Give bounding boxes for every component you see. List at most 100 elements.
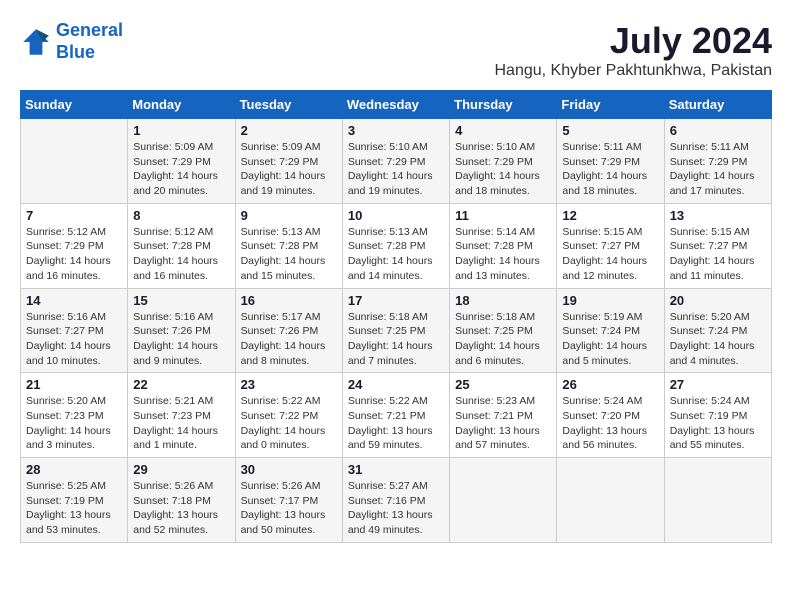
calendar-cell: 19 Sunrise: 5:19 AM Sunset: 7:24 PM Dayli…: [557, 288, 664, 373]
day-number: 8: [133, 208, 229, 223]
calendar-cell: 7 Sunrise: 5:12 AM Sunset: 7:29 PM Daylig…: [21, 203, 128, 288]
calendar-cell: 8 Sunrise: 5:12 AM Sunset: 7:28 PM Daylig…: [128, 203, 235, 288]
day-info: Sunrise: 5:09 AM Sunset: 7:29 PM Dayligh…: [241, 140, 337, 199]
day-number: 21: [26, 377, 122, 392]
day-info: Sunrise: 5:22 AM Sunset: 7:22 PM Dayligh…: [241, 394, 337, 453]
calendar-cell: 5 Sunrise: 5:11 AM Sunset: 7:29 PM Daylig…: [557, 119, 664, 204]
calendar-cell: [664, 458, 771, 543]
day-number: 1: [133, 123, 229, 138]
day-info: Sunrise: 5:15 AM Sunset: 7:27 PM Dayligh…: [562, 225, 658, 284]
day-number: 24: [348, 377, 444, 392]
calendar-cell: 23 Sunrise: 5:22 AM Sunset: 7:22 PM Dayli…: [235, 373, 342, 458]
day-number: 26: [562, 377, 658, 392]
day-number: 30: [241, 462, 337, 477]
day-number: 11: [455, 208, 551, 223]
day-number: 14: [26, 293, 122, 308]
calendar-cell: 25 Sunrise: 5:23 AM Sunset: 7:21 PM Dayli…: [450, 373, 557, 458]
day-number: 4: [455, 123, 551, 138]
weekday-header-thursday: Thursday: [450, 91, 557, 119]
calendar-cell: 9 Sunrise: 5:13 AM Sunset: 7:28 PM Daylig…: [235, 203, 342, 288]
calendar-cell: [21, 119, 128, 204]
week-row-1: 1 Sunrise: 5:09 AM Sunset: 7:29 PM Daylig…: [21, 119, 772, 204]
day-info: Sunrise: 5:12 AM Sunset: 7:28 PM Dayligh…: [133, 225, 229, 284]
calendar-table: SundayMondayTuesdayWednesdayThursdayFrid…: [20, 90, 772, 543]
day-info: Sunrise: 5:19 AM Sunset: 7:24 PM Dayligh…: [562, 310, 658, 369]
day-number: 15: [133, 293, 229, 308]
day-number: 20: [670, 293, 766, 308]
calendar-cell: 28 Sunrise: 5:25 AM Sunset: 7:19 PM Dayli…: [21, 458, 128, 543]
calendar-cell: 29 Sunrise: 5:26 AM Sunset: 7:18 PM Dayli…: [128, 458, 235, 543]
calendar-cell: 12Sunrise: 5:15 AM Sunset: 7:27 PM Dayli…: [557, 203, 664, 288]
day-number: 6: [670, 123, 766, 138]
day-number: 19: [562, 293, 658, 308]
day-info: Sunrise: 5:26 AM Sunset: 7:17 PM Dayligh…: [241, 479, 337, 538]
day-info: Sunrise: 5:11 AM Sunset: 7:29 PM Dayligh…: [562, 140, 658, 199]
header: General Blue July 2024 Hangu, Khyber Pak…: [20, 20, 772, 80]
calendar-cell: 6 Sunrise: 5:11 AM Sunset: 7:29 PM Daylig…: [664, 119, 771, 204]
calendar-cell: 2Sunrise: 5:09 AM Sunset: 7:29 PM Daylig…: [235, 119, 342, 204]
calendar-cell: [557, 458, 664, 543]
day-number: 22: [133, 377, 229, 392]
logo-line2: Blue: [56, 42, 95, 62]
weekday-header-sunday: Sunday: [21, 91, 128, 119]
calendar-cell: 17 Sunrise: 5:18 AM Sunset: 7:25 PM Dayli…: [342, 288, 449, 373]
calendar-cell: 22 Sunrise: 5:21 AM Sunset: 7:23 PM Dayli…: [128, 373, 235, 458]
day-number: 31: [348, 462, 444, 477]
day-number: 10: [348, 208, 444, 223]
day-info: Sunrise: 5:24 AM Sunset: 7:19 PM Dayligh…: [670, 394, 766, 453]
calendar-cell: 14 Sunrise: 5:16 AM Sunset: 7:27 PM Dayli…: [21, 288, 128, 373]
weekday-header-monday: Monday: [128, 91, 235, 119]
day-info: Sunrise: 5:09 AM Sunset: 7:29 PM Dayligh…: [133, 140, 229, 199]
day-info: Sunrise: 5:24 AM Sunset: 7:20 PM Dayligh…: [562, 394, 658, 453]
day-info: Sunrise: 5:10 AM Sunset: 7:29 PM Dayligh…: [455, 140, 551, 199]
day-info: Sunrise: 5:23 AM Sunset: 7:21 PM Dayligh…: [455, 394, 551, 453]
day-info: Sunrise: 5:15 AM Sunset: 7:27 PM Dayligh…: [670, 225, 766, 284]
day-number: 27: [670, 377, 766, 392]
weekday-header-row: SundayMondayTuesdayWednesdayThursdayFrid…: [21, 91, 772, 119]
week-row-3: 14 Sunrise: 5:16 AM Sunset: 7:27 PM Dayli…: [21, 288, 772, 373]
day-info: Sunrise: 5:16 AM Sunset: 7:26 PM Dayligh…: [133, 310, 229, 369]
weekday-header-friday: Friday: [557, 91, 664, 119]
day-number: 5: [562, 123, 658, 138]
day-number: 28: [26, 462, 122, 477]
day-info: Sunrise: 5:20 AM Sunset: 7:23 PM Dayligh…: [26, 394, 122, 453]
calendar-cell: 20Sunrise: 5:20 AM Sunset: 7:24 PM Dayli…: [664, 288, 771, 373]
calendar-cell: 3Sunrise: 5:10 AM Sunset: 7:29 PM Daylig…: [342, 119, 449, 204]
day-info: Sunrise: 5:13 AM Sunset: 7:28 PM Dayligh…: [348, 225, 444, 284]
calendar-cell: 13Sunrise: 5:15 AM Sunset: 7:27 PM Dayli…: [664, 203, 771, 288]
logo-icon: [20, 26, 52, 58]
calendar-cell: 27 Sunrise: 5:24 AM Sunset: 7:19 PM Dayli…: [664, 373, 771, 458]
day-info: Sunrise: 5:16 AM Sunset: 7:27 PM Dayligh…: [26, 310, 122, 369]
week-row-2: 7 Sunrise: 5:12 AM Sunset: 7:29 PM Daylig…: [21, 203, 772, 288]
weekday-header-tuesday: Tuesday: [235, 91, 342, 119]
day-number: 7: [26, 208, 122, 223]
week-row-4: 21 Sunrise: 5:20 AM Sunset: 7:23 PM Dayli…: [21, 373, 772, 458]
location: Hangu, Khyber Pakhtunkhwa, Pakistan: [495, 62, 773, 80]
day-info: Sunrise: 5:13 AM Sunset: 7:28 PM Dayligh…: [241, 225, 337, 284]
day-info: Sunrise: 5:26 AM Sunset: 7:18 PM Dayligh…: [133, 479, 229, 538]
calendar-cell: 1 Sunrise: 5:09 AM Sunset: 7:29 PM Daylig…: [128, 119, 235, 204]
day-number: 16: [241, 293, 337, 308]
day-info: Sunrise: 5:11 AM Sunset: 7:29 PM Dayligh…: [670, 140, 766, 199]
weekday-header-wednesday: Wednesday: [342, 91, 449, 119]
day-number: 25: [455, 377, 551, 392]
month-year: July 2024: [495, 20, 773, 62]
day-number: 9: [241, 208, 337, 223]
day-number: 18: [455, 293, 551, 308]
day-info: Sunrise: 5:25 AM Sunset: 7:19 PM Dayligh…: [26, 479, 122, 538]
day-info: Sunrise: 5:22 AM Sunset: 7:21 PM Dayligh…: [348, 394, 444, 453]
day-number: 3: [348, 123, 444, 138]
week-row-5: 28 Sunrise: 5:25 AM Sunset: 7:19 PM Dayli…: [21, 458, 772, 543]
calendar-cell: 30 Sunrise: 5:26 AM Sunset: 7:17 PM Dayli…: [235, 458, 342, 543]
calendar-cell: 24 Sunrise: 5:22 AM Sunset: 7:21 PM Dayli…: [342, 373, 449, 458]
day-number: 23: [241, 377, 337, 392]
day-number: 29: [133, 462, 229, 477]
calendar-cell: 16Sunrise: 5:17 AM Sunset: 7:26 PM Dayli…: [235, 288, 342, 373]
day-info: Sunrise: 5:21 AM Sunset: 7:23 PM Dayligh…: [133, 394, 229, 453]
calendar-cell: 26 Sunrise: 5:24 AM Sunset: 7:20 PM Dayli…: [557, 373, 664, 458]
day-info: Sunrise: 5:12 AM Sunset: 7:29 PM Dayligh…: [26, 225, 122, 284]
calendar-cell: 4 Sunrise: 5:10 AM Sunset: 7:29 PM Daylig…: [450, 119, 557, 204]
calendar-cell: 21 Sunrise: 5:20 AM Sunset: 7:23 PM Dayli…: [21, 373, 128, 458]
day-info: Sunrise: 5:18 AM Sunset: 7:25 PM Dayligh…: [348, 310, 444, 369]
day-number: 17: [348, 293, 444, 308]
